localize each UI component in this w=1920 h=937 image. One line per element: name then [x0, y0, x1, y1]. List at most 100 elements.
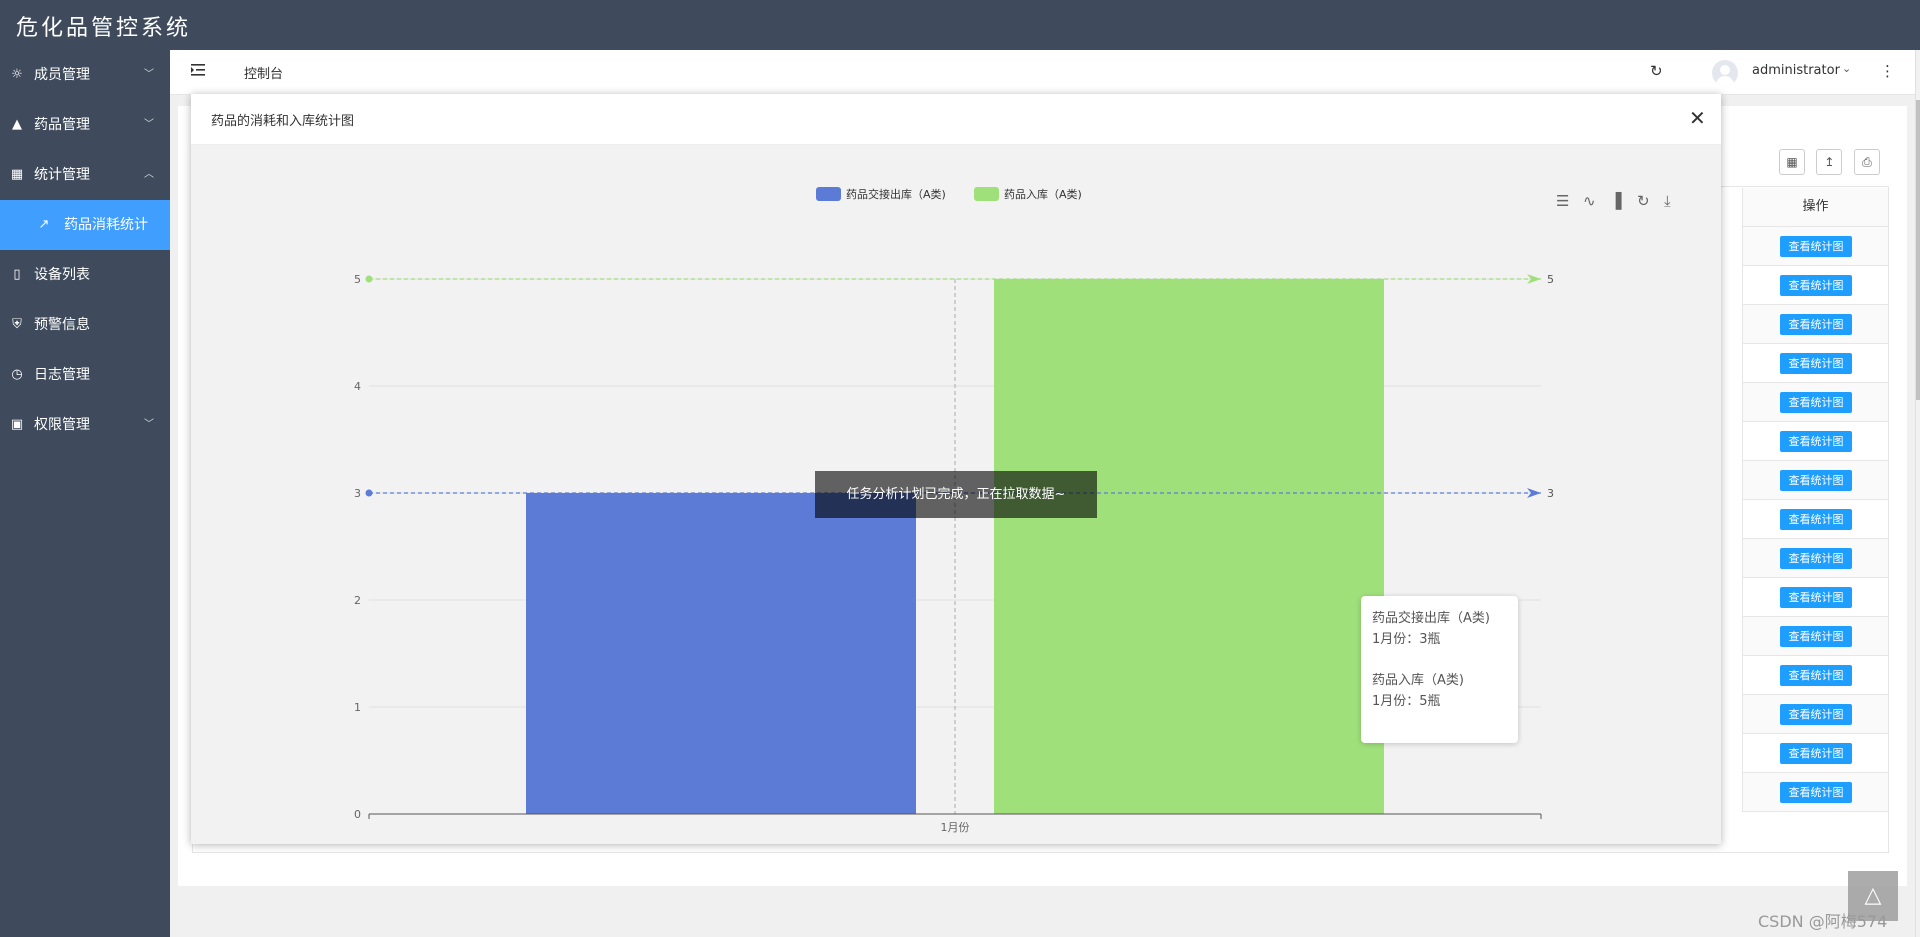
table-row: 查看统计图 — [1743, 617, 1888, 656]
table-row: 查看统计图 — [1743, 656, 1888, 695]
download-icon[interactable]: ⤓ — [1664, 192, 1671, 210]
legend-swatch — [816, 187, 841, 201]
table-row: 查看统计图 — [1743, 578, 1888, 617]
tooltip-series1-value: 1月份：3瓶 — [1372, 632, 1441, 647]
table-row: 查看统计图 — [1743, 695, 1888, 734]
view-chart-button[interactable]: 查看统计图 — [1780, 548, 1852, 569]
chevron-down-icon: ﹀ — [144, 419, 154, 430]
markline-label: 5 — [1547, 273, 1554, 286]
view-chart-button[interactable]: 查看统计图 — [1780, 626, 1852, 647]
bar-series-1 — [526, 493, 916, 814]
header-bar: 控制台 ↻ administrator ⌄ ⋮ — [170, 50, 1915, 95]
print-icon[interactable]: ⎙ — [1853, 149, 1880, 175]
view-chart-button[interactable]: 查看统计图 — [1780, 236, 1852, 257]
modal-title: 药品的消耗和入库统计图 — [211, 114, 355, 129]
watermark: CSDN @阿梅574 — [1758, 912, 1888, 931]
tooltip-series2-value: 1月份：5瓶 — [1372, 694, 1441, 709]
restore-icon[interactable]: ↻ — [1637, 192, 1650, 210]
line-chart-icon[interactable]: ∿ — [1583, 192, 1596, 210]
modal-header: 药品的消耗和入库统计图 ✕ — [191, 94, 1721, 145]
operation-column: 查看统计图 查看统计图 查看统计图 查看统计图 查看统计图 查看统计图 查看统计图 查看统计图… — [1742, 227, 1888, 812]
flask-icon: ▲ — [12, 117, 22, 132]
avatar[interactable] — [1712, 60, 1738, 86]
y-tick-label: 0 — [354, 808, 361, 821]
close-icon[interactable]: ✕ — [1689, 106, 1706, 130]
view-chart-button[interactable]: 查看统计图 — [1780, 665, 1852, 686]
bar-chart-icon: ▦ — [10, 167, 24, 182]
data-view-icon[interactable]: ☰ — [1556, 192, 1569, 210]
sidebar-item-label: 药品管理 — [34, 117, 90, 133]
sidebar-item-label: 成员管理 — [34, 67, 90, 83]
view-chart-button[interactable]: 查看统计图 — [1780, 431, 1852, 452]
toast-message: 任务分析计划已完成，正在拉取数据~ — [815, 471, 1097, 518]
legend-swatch — [974, 187, 999, 201]
view-chart-button[interactable]: 查看统计图 — [1780, 275, 1852, 296]
chart-legend: 药品交接出库（A类) 药品入库（A类) — [816, 187, 1082, 201]
view-chart-button[interactable]: 查看统计图 — [1780, 704, 1852, 725]
chart-toolbox: ☰ ∿ ▐ ↻ ⤓ — [1556, 191, 1671, 210]
sidebar-item-drugs[interactable]: ▲ 药品管理 ﹀ — [0, 100, 170, 150]
table-row: 查看统计图 — [1743, 500, 1888, 539]
scrollbar[interactable] — [1915, 50, 1920, 937]
line-chart-icon: ↗ — [38, 217, 50, 232]
legend-item: 药品交接出库（A类) — [846, 187, 946, 201]
table-row: 查看统计图 — [1743, 227, 1888, 266]
view-chart-button[interactable]: 查看统计图 — [1780, 470, 1852, 491]
columns-icon[interactable]: ▦ — [1779, 149, 1805, 175]
table-row: 查看统计图 — [1743, 344, 1888, 383]
markline-start-dot — [365, 489, 373, 497]
view-chart-button[interactable]: 查看统计图 — [1780, 392, 1852, 413]
view-chart-button[interactable]: 查看统计图 — [1780, 314, 1852, 335]
table-row: 查看统计图 — [1743, 461, 1888, 500]
refresh-icon[interactable]: ↻ — [1650, 62, 1663, 80]
legend-item: 药品入库（A类) — [1004, 187, 1082, 201]
sidebar-item-devices[interactable]: ▯ 设备列表 — [0, 250, 170, 300]
y-tick-label: 2 — [354, 594, 361, 607]
clock-icon: ◷ — [11, 367, 23, 382]
sidebar-item-statistics[interactable]: ▦ 统计管理 ︿ — [0, 150, 170, 200]
table-row: 查看统计图 — [1743, 773, 1888, 812]
view-chart-button[interactable]: 查看统计图 — [1780, 353, 1852, 374]
tooltip-series1-name: 药品交接出库（A类) — [1372, 611, 1490, 626]
sidebar-item-label: 预警信息 — [34, 317, 90, 333]
y-tick-label: 5 — [354, 273, 361, 286]
sidebar-item-drug-consumption[interactable]: ↗ 药品消耗统计 — [0, 200, 170, 250]
markline-label: 3 — [1547, 487, 1554, 500]
view-chart-button[interactable]: 查看统计图 — [1780, 587, 1852, 608]
table-row: 查看统计图 — [1743, 383, 1888, 422]
export-icon[interactable]: ↥ — [1816, 149, 1843, 175]
bar-chart-icon[interactable]: ▐ — [1610, 191, 1622, 210]
bar-series-2 — [994, 279, 1384, 814]
breadcrumb[interactable]: 控制台 — [244, 63, 283, 82]
table-toolbar: ▦ ↥ ⎙ — [1772, 149, 1880, 175]
sidebar-item-members[interactable]: ☼ 成员管理 ﹀ — [0, 50, 170, 100]
table-row: 查看统计图 — [1743, 734, 1888, 773]
sidebar-item-permissions[interactable]: ▣ 权限管理 ﹀ — [0, 400, 170, 450]
sidebar-item-label: 药品消耗统计 — [64, 217, 148, 233]
table-row: 查看统计图 — [1743, 305, 1888, 344]
view-chart-button[interactable]: 查看统计图 — [1780, 743, 1852, 764]
x-tick-label: 1月份 — [941, 821, 970, 834]
y-tick-label: 1 — [354, 701, 361, 714]
shield-icon: ⛨ — [12, 317, 22, 332]
y-tick-label: 4 — [354, 380, 361, 393]
view-chart-button[interactable]: 查看统计图 — [1780, 509, 1852, 530]
user-icon: ☼ — [11, 67, 23, 82]
markline-start-dot — [365, 275, 373, 283]
table-row: 查看统计图 — [1743, 422, 1888, 461]
sidebar-item-logs[interactable]: ◷ 日志管理 — [0, 350, 170, 400]
view-chart-button[interactable]: 查看统计图 — [1780, 782, 1852, 803]
menu-toggle-icon[interactable] — [190, 62, 206, 78]
sidebar-item-label: 统计管理 — [34, 167, 90, 183]
y-tick-label: 3 — [354, 487, 361, 500]
sidebar-item-alerts[interactable]: ⛨ 预警信息 — [0, 300, 170, 350]
chevron-down-icon[interactable]: ⌄ — [1842, 62, 1851, 75]
device-icon: ▯ — [13, 267, 21, 282]
sidebar-item-label: 日志管理 — [34, 367, 90, 383]
top-bar: 危化品管控系统 — [0, 0, 1920, 50]
more-icon[interactable]: ⋮ — [1880, 62, 1895, 80]
sidebar-item-label: 设备列表 — [34, 267, 90, 283]
chevron-down-icon: ﹀ — [144, 69, 154, 80]
username[interactable]: administrator — [1752, 63, 1840, 78]
sidebar-item-label: 权限管理 — [34, 417, 90, 433]
